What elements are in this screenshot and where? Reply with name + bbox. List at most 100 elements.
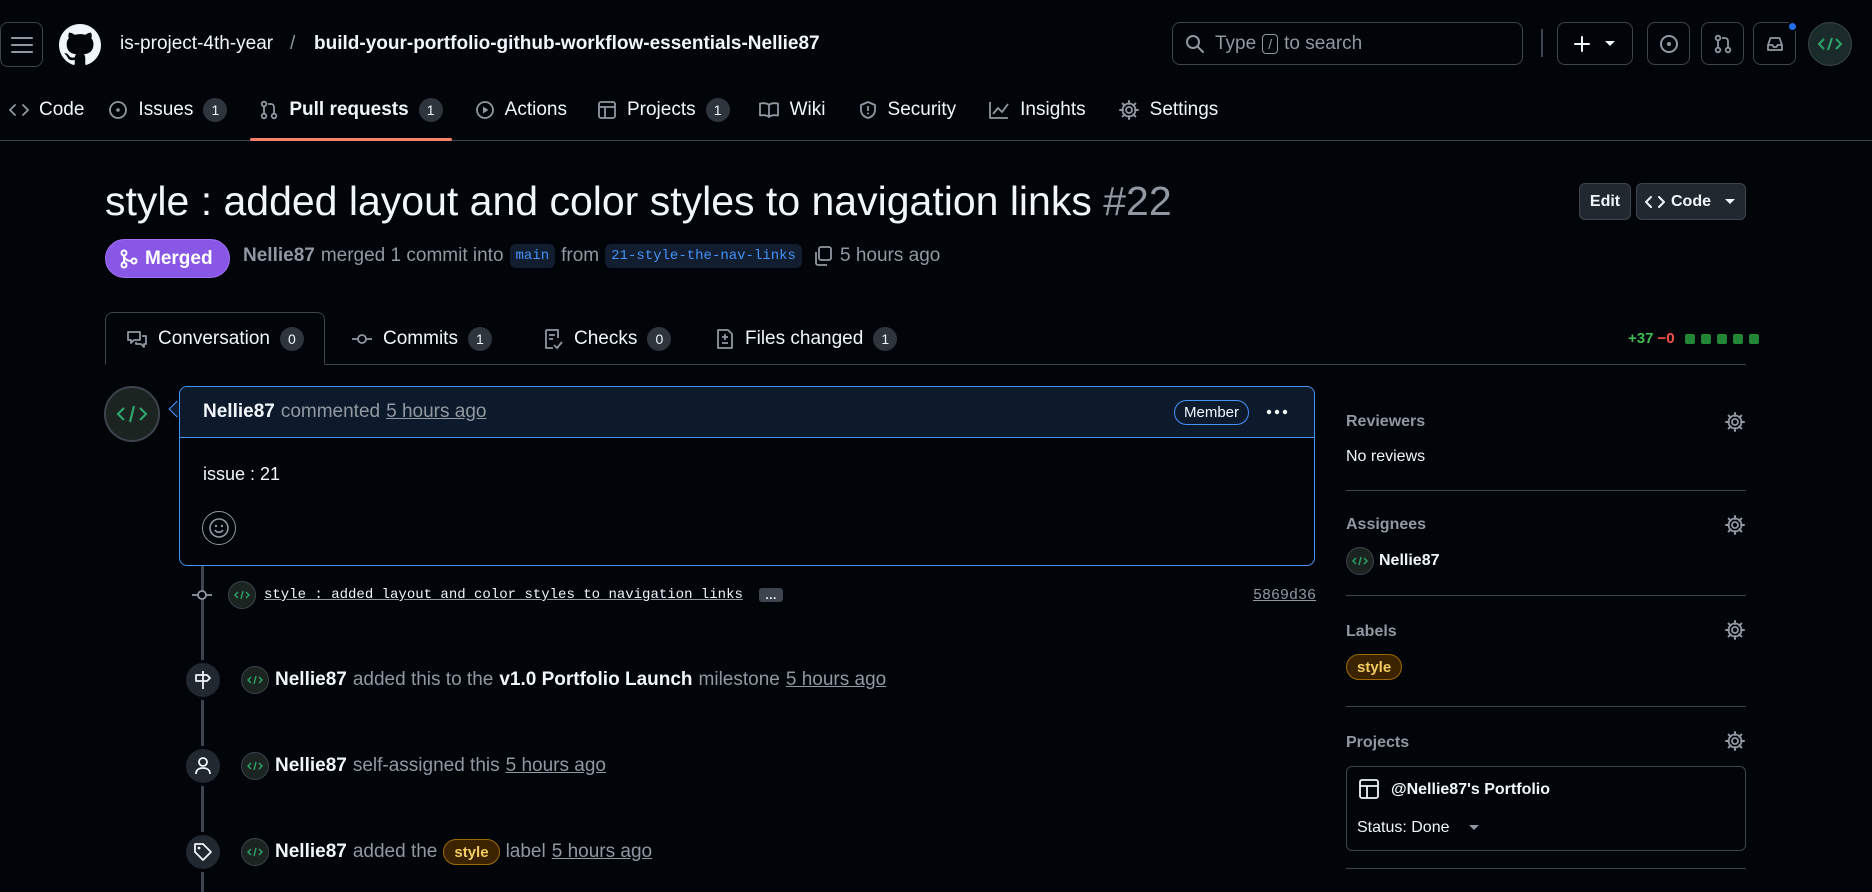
- tab-settings[interactable]: Settings: [1106, 88, 1231, 132]
- event-text: added the: [352, 841, 438, 862]
- tab-issues[interactable]: Issues 1: [96, 88, 239, 132]
- expand-commit-button[interactable]: …: [758, 588, 783, 602]
- pr-meta: Nellie87 merged 1 commit into main from …: [243, 244, 940, 268]
- files-changed-count: 1: [873, 326, 898, 351]
- tab-code[interactable]: Code: [0, 88, 96, 132]
- comment-card: Nellie87 commented 5 hours ago Member is…: [179, 386, 1315, 566]
- tab-actions[interactable]: Actions: [463, 88, 579, 132]
- assignee-name[interactable]: Nellie87: [1379, 552, 1439, 570]
- code-avatar-icon: [1817, 37, 1843, 51]
- gear-icon[interactable]: [1724, 514, 1746, 536]
- event-time[interactable]: 5 hours ago: [506, 755, 606, 777]
- project-name[interactable]: @Nellie87's Portfolio: [1391, 781, 1550, 799]
- table-icon: [598, 101, 616, 119]
- label-badge[interactable]: style: [1346, 654, 1403, 680]
- tab-checks[interactable]: Checks 0: [542, 312, 672, 365]
- copy-icon[interactable]: [812, 245, 834, 267]
- pull-request-icon: [261, 100, 278, 120]
- diff-block: [1748, 333, 1759, 344]
- book-icon: [758, 102, 779, 118]
- avatar[interactable]: [241, 752, 269, 780]
- project-card[interactable]: @Nellie87's Portfolio Status: Done: [1346, 766, 1746, 851]
- avatar[interactable]: [241, 838, 269, 866]
- triangle-down-icon: [1725, 198, 1735, 204]
- sidebar-labels: Labels style: [1346, 608, 1746, 707]
- commit-sha[interactable]: 5869d36: [1253, 587, 1316, 604]
- breadcrumb-repo[interactable]: build-your-portfolio-github-workflow-ess…: [314, 33, 820, 55]
- comment-author[interactable]: Nellie87: [203, 401, 275, 423]
- event-author[interactable]: Nellie87: [275, 755, 347, 777]
- base-branch[interactable]: main: [509, 244, 556, 268]
- kebab-horizontal-icon[interactable]: [1264, 399, 1290, 425]
- timeline-event-assigned: Nellie87 self-assigned this 5 hours ago: [183, 746, 606, 786]
- event-text: milestone: [698, 669, 780, 690]
- label-badge[interactable]: style: [443, 839, 500, 865]
- graph-icon: [989, 102, 1009, 119]
- from-text: from: [561, 245, 600, 266]
- diff-block: [1700, 333, 1711, 344]
- github-logo-icon[interactable]: [59, 24, 101, 66]
- comment-time[interactable]: 5 hours ago: [386, 401, 486, 423]
- comment-action: commented: [280, 401, 381, 422]
- pr-author[interactable]: Nellie87: [243, 245, 315, 267]
- edit-button[interactable]: Edit: [1579, 183, 1631, 220]
- code-icon: [9, 104, 29, 116]
- code-button-label: Code: [1671, 192, 1711, 210]
- code-avatar-icon: [247, 761, 263, 771]
- tab-label: Wiki: [789, 99, 826, 120]
- merged-time: 5 hours ago: [839, 245, 941, 266]
- event-time[interactable]: 5 hours ago: [552, 841, 652, 863]
- tab-commits[interactable]: Commits 1: [351, 312, 492, 365]
- avatar[interactable]: [228, 581, 256, 609]
- milestone-icon-wrap: [183, 660, 223, 700]
- commit-message[interactable]: style : added layout and color styles to…: [264, 587, 743, 603]
- head-branch[interactable]: 21-style-the-nav-links: [605, 244, 802, 268]
- tab-conversation[interactable]: Conversation 0: [105, 312, 325, 365]
- conversation-count: 0: [279, 326, 304, 351]
- issue-icon: [109, 101, 128, 119]
- tab-pull-requests[interactable]: Pull requests 1: [247, 88, 454, 141]
- avatar[interactable]: [1346, 547, 1374, 575]
- code-button[interactable]: Code: [1636, 183, 1746, 220]
- timeline-event-milestone: Nellie87 added this to the v1.0 Portfoli…: [183, 660, 886, 700]
- gear-icon[interactable]: [1724, 619, 1746, 641]
- search-placeholder-prefix: Type: [1215, 32, 1257, 54]
- breadcrumb-owner[interactable]: is-project-4th-year: [120, 33, 273, 55]
- avatar[interactable]: [104, 386, 160, 442]
- tab-insights[interactable]: Insights: [976, 88, 1097, 132]
- avatar[interactable]: [241, 666, 269, 694]
- menu-button[interactable]: [0, 22, 43, 67]
- projects-title: Projects: [1346, 734, 1410, 751]
- event-author[interactable]: Nellie87: [275, 669, 347, 691]
- issues-button[interactable]: [1647, 22, 1690, 65]
- project-status-select[interactable]: Status: Done: [1357, 819, 1480, 837]
- tab-wiki[interactable]: Wiki: [746, 88, 838, 132]
- event-time[interactable]: 5 hours ago: [786, 669, 886, 691]
- triangle-down-icon: [1468, 825, 1479, 830]
- checklist-icon: [545, 328, 563, 349]
- create-new-button[interactable]: [1557, 22, 1633, 65]
- timeline-event-labeled: Nellie87 added the style label 5 hours a…: [183, 832, 652, 872]
- code-avatar-icon: [247, 675, 263, 685]
- project-status: Status: Done: [1357, 819, 1450, 836]
- add-reaction-button[interactable]: [202, 511, 236, 545]
- tab-projects[interactable]: Projects 1: [585, 88, 742, 132]
- sidebar-reviewers: Reviewers No reviews: [1346, 400, 1746, 491]
- gear-icon[interactable]: [1724, 730, 1746, 752]
- milestone-name[interactable]: v1.0 Portfolio Launch: [499, 669, 692, 691]
- tab-label: Issues: [138, 99, 194, 120]
- tab-label: Files changed: [745, 327, 864, 349]
- tab-label: Checks: [574, 327, 638, 349]
- search-input[interactable]: Type / to search: [1172, 22, 1523, 65]
- tab-label: Projects: [626, 99, 696, 120]
- gear-icon: [1118, 100, 1139, 120]
- gear-icon[interactable]: [1724, 411, 1746, 433]
- code-avatar-icon: [116, 405, 148, 423]
- event-author[interactable]: Nellie87: [275, 841, 347, 863]
- user-avatar[interactable]: [1808, 22, 1852, 66]
- tag-icon-wrap: [183, 832, 223, 872]
- tab-security[interactable]: Security: [846, 88, 969, 132]
- pull-requests-button[interactable]: [1701, 22, 1744, 65]
- tab-files-changed[interactable]: Files changed 1: [715, 312, 898, 365]
- header-divider: [1541, 29, 1543, 57]
